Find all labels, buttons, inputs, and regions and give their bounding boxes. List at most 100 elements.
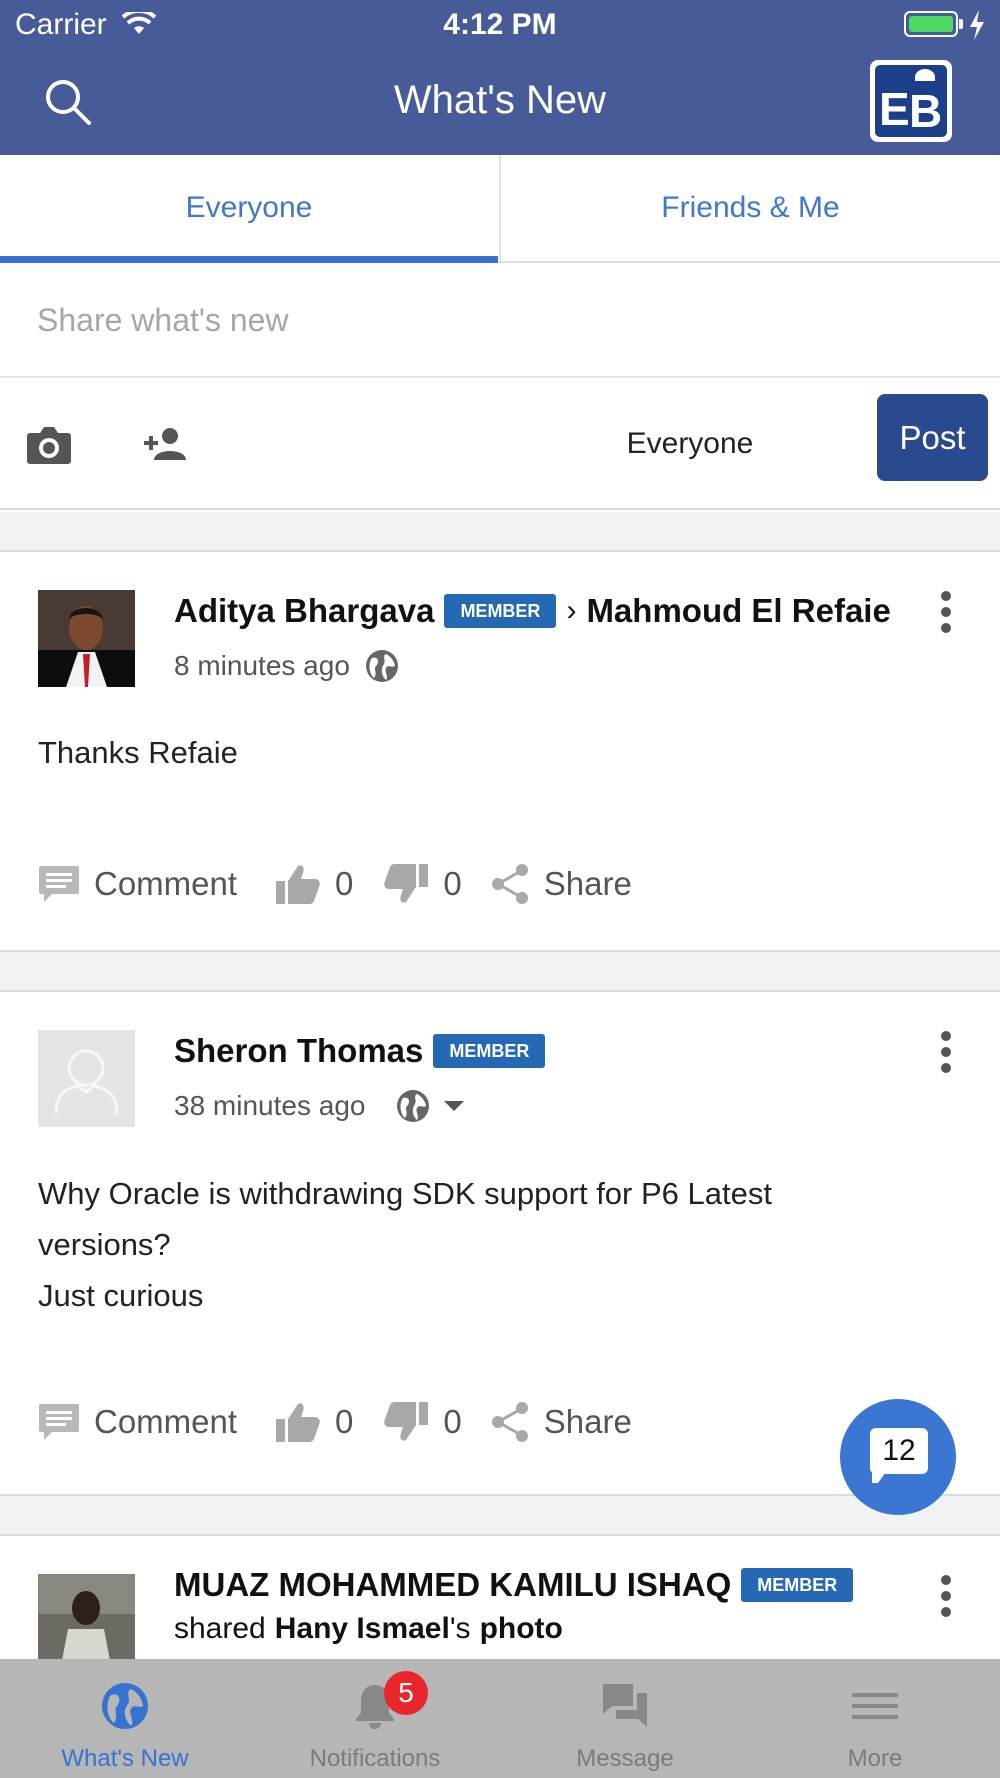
tab-label: Message: [576, 1745, 674, 1772]
shared-line: shared Hany Ismael 's photo: [174, 1612, 563, 1646]
bottom-tab-bar: What's New 5 Notifications Message More: [0, 1659, 1000, 1778]
feed-separator: [0, 952, 1000, 992]
like-button[interactable]: 0: [275, 863, 353, 905]
avatar[interactable]: [38, 1030, 135, 1127]
tab-label: More: [847, 1745, 903, 1772]
thumbs-down-icon: [384, 1402, 429, 1441]
chat-bubble-tail: [872, 1469, 888, 1483]
post-author-line: Sheron Thomas MEMBER: [174, 1032, 546, 1070]
dislike-button[interactable]: 0: [383, 863, 462, 905]
post-button[interactable]: Post: [877, 394, 988, 481]
svg-text:B: B: [909, 85, 942, 137]
post-timestamp: 38 minutes ago: [174, 1090, 366, 1121]
battery-icon: [904, 11, 958, 37]
post-body-line: Why Oracle is withdrawing SDK support fo…: [38, 1176, 772, 1211]
comment-button[interactable]: Comment: [38, 1402, 237, 1442]
feed-post: MUAZ MOHAMMED KAMILU ISHAQ MEMBER shared…: [0, 1536, 1000, 1659]
avatar[interactable]: [38, 590, 135, 687]
post-actions: Comment 0 0 Share: [38, 859, 632, 909]
comment-label: Comment: [94, 865, 238, 902]
author-name[interactable]: Sheron Thomas: [174, 1032, 423, 1070]
thumbs-up-icon: [276, 1403, 320, 1442]
share-label: Share: [543, 1403, 632, 1440]
thumbs-up-icon: [276, 865, 320, 904]
share-button[interactable]: Share: [490, 864, 632, 904]
post-body: Thanks Refaie: [38, 727, 238, 778]
status-time: 4:12 PM: [443, 8, 557, 41]
post-body-line: Thanks Refaie: [38, 735, 238, 770]
author-name[interactable]: MUAZ MOHAMMED KAMILU ISHAQ: [174, 1566, 731, 1604]
post-meta: 38 minutes ago: [174, 1088, 465, 1124]
dislike-count: 0: [443, 865, 462, 902]
feed-post: Aditya Bhargava MEMBER › Mahmoud El Refa…: [0, 552, 1000, 952]
composer-toolbar: Everyone Post: [0, 380, 1000, 510]
like-count: 0: [335, 1403, 354, 1440]
comment-label: Comment: [94, 1403, 238, 1440]
share-icon: [491, 864, 528, 904]
active-tab-indicator: [0, 256, 498, 263]
tab-message[interactable]: Message: [500, 1659, 750, 1778]
tab-friends-and-me[interactable]: Friends & Me: [499, 155, 1000, 261]
shared-object-link[interactable]: photo: [480, 1612, 563, 1646]
share-input[interactable]: [0, 265, 1000, 378]
privacy-selector[interactable]: Everyone: [610, 418, 770, 470]
chevron-down-icon[interactable]: [443, 1100, 465, 1112]
dislike-button[interactable]: 0: [383, 1401, 462, 1443]
comment-icon: [39, 866, 79, 902]
shared-possessive: 's: [449, 1612, 471, 1645]
globe-icon[interactable]: [395, 1088, 431, 1124]
comment-icon: [39, 1404, 79, 1440]
member-badge: MEMBER: [433, 1034, 546, 1068]
avatar[interactable]: [38, 1574, 135, 1659]
tab-more[interactable]: More: [750, 1659, 1000, 1778]
tab-everyone[interactable]: Everyone: [0, 155, 498, 261]
like-count: 0: [335, 865, 354, 902]
status-bar: Carrier 4:12 PM: [0, 0, 1000, 50]
eb-logo[interactable]: E B: [870, 60, 952, 142]
share-button[interactable]: Share: [490, 1402, 632, 1442]
globe-icon: [365, 650, 398, 682]
target-user-name[interactable]: Mahmoud El Refaie: [586, 592, 890, 630]
more-options-icon[interactable]: [934, 590, 958, 634]
tab-whats-new[interactable]: What's New: [0, 1659, 250, 1778]
shared-owner-name[interactable]: Hany Ismael: [275, 1612, 450, 1646]
svg-text:E: E: [879, 83, 910, 135]
globe-icon: [102, 1683, 148, 1729]
post-body-line: versions?: [38, 1227, 171, 1262]
battery-tip: [959, 19, 963, 29]
more-options-icon[interactable]: [934, 1574, 958, 1618]
feed-separator: [0, 1496, 1000, 1536]
share-icon: [491, 1402, 528, 1442]
camera-icon[interactable]: [26, 425, 72, 465]
feed-post: Sheron Thomas MEMBER 38 minutes ago Why …: [0, 992, 1000, 1496]
chevron-right-icon: ›: [566, 594, 577, 627]
tag-friend-icon[interactable]: [144, 426, 186, 462]
eb-helmet-logo-icon: E B: [879, 69, 942, 137]
post-body: Why Oracle is withdrawing SDK support fo…: [38, 1168, 772, 1321]
charging-bolt-icon: [970, 10, 984, 40]
tab-label: Notifications: [309, 1745, 441, 1772]
share-label: Share: [543, 865, 632, 902]
post-author-line: MUAZ MOHAMMED KAMILU ISHAQ MEMBER: [174, 1566, 854, 1604]
post-body-line: Just curious: [38, 1278, 204, 1313]
feed-filter-tabs: Everyone Friends & Me: [0, 155, 1000, 263]
post-actions: Comment 0 0 Share: [38, 1397, 632, 1447]
author-name[interactable]: Aditya Bhargava: [174, 592, 434, 630]
hamburger-menu-icon: [852, 1693, 898, 1719]
comment-button[interactable]: Comment: [38, 864, 237, 904]
feed-separator: [0, 512, 1000, 552]
tab-label: What's New: [61, 1745, 189, 1772]
tab-notifications[interactable]: 5 Notifications: [250, 1659, 500, 1778]
dislike-count: 0: [443, 1403, 462, 1440]
more-options-icon[interactable]: [934, 1030, 958, 1074]
thumbs-down-icon: [384, 864, 429, 903]
chat-bubbles-icon: [603, 1684, 647, 1727]
navigation-header: Carrier 4:12 PM What's New E B: [0, 0, 1000, 155]
chat-fab-button[interactable]: 12: [840, 1399, 956, 1515]
member-badge: MEMBER: [741, 1568, 854, 1602]
shared-prefix: shared: [174, 1612, 266, 1645]
like-button[interactable]: 0: [275, 1401, 353, 1443]
notification-badge: 5: [384, 1671, 428, 1715]
post-meta: 8 minutes ago: [174, 648, 400, 684]
page-title: What's New: [393, 78, 607, 122]
